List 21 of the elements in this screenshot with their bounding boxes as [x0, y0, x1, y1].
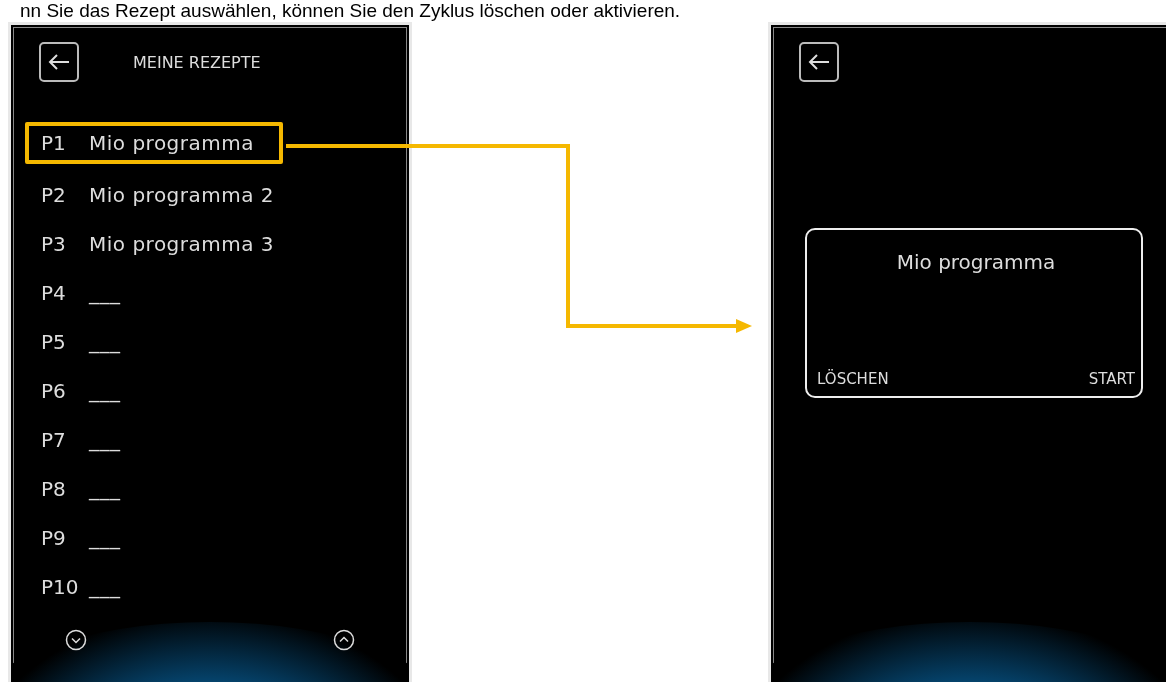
scroll-down-icon[interactable]: [65, 629, 87, 651]
action-button[interactable]: LÖSCHEN: [817, 370, 889, 388]
recipe-name: Mio programma: [895, 250, 1057, 274]
action-button[interactable]: START: [1088, 370, 1135, 388]
recipe-item[interactable]: P8 ___: [25, 464, 283, 513]
instruction-text: nn Sie das Rezept auswählen, können Sie den Zyklus löschen oder aktivieren.: [19, 0, 682, 22]
recipe-item[interactable]: P10 ___: [25, 562, 283, 611]
back-button[interactable]: [799, 42, 839, 82]
recipe-item[interactable]: P1 Mio programma: [25, 122, 283, 164]
back-button[interactable]: [39, 42, 79, 82]
recipe-item[interactable]: P2 Mio programma 2: [25, 170, 283, 219]
recipe-item[interactable]: P7 ___: [25, 415, 283, 464]
recipe-item[interactable]: P4 ___: [25, 268, 283, 317]
back-arrow-icon: [808, 54, 830, 70]
recipe-item[interactable]: P5 ___: [25, 317, 283, 366]
recipe-item[interactable]: P9 ___: [25, 513, 283, 562]
scroll-up-icon[interactable]: [333, 629, 355, 651]
screen-title: MEINE REZEPTE: [133, 52, 261, 72]
recipe-item[interactable]: P3 Mio programma 3: [25, 219, 283, 268]
back-arrow-icon: [48, 54, 70, 70]
recipe-item[interactable]: P6 ___: [25, 366, 283, 415]
